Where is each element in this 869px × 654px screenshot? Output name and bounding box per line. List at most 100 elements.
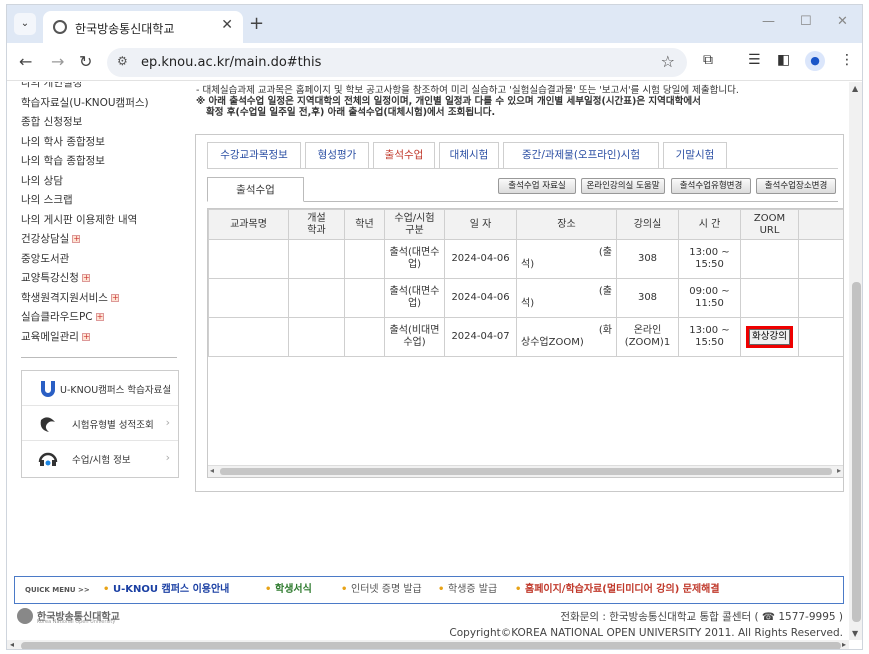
chevron-right-icon: › — [165, 451, 170, 464]
plus-icon: + — [81, 331, 90, 341]
sidebar-item-label: 교육메일관리 — [21, 330, 79, 343]
schedule-table-container: 교과목명 개설 학과 학년 수업/시험 구분 일 자 장소 강의실 시 간 ZOOM… — [207, 208, 844, 478]
quick-link-u-knou[interactable]: U-KNOU캠퍼스 학습자료실 › — [22, 371, 178, 406]
tab-course-info[interactable]: 수강교과목정보 — [207, 142, 301, 168]
sidebar-item[interactable]: 학습자료실(U-KNOU캠퍼스) — [21, 94, 177, 114]
table-horizontal-scrollbar[interactable]: ◂ ▸ — [208, 465, 843, 477]
profile-icon[interactable]: ● — [805, 51, 825, 71]
sidebar-item[interactable]: 중앙도서관 — [21, 250, 177, 270]
cell-extra — [798, 239, 843, 279]
bookmark-star-icon[interactable]: ☆ — [661, 52, 675, 71]
scroll-right-icon[interactable]: ▸ — [842, 640, 846, 649]
page-horizontal-scrollbar[interactable]: ◂ ▸ — [7, 640, 849, 649]
quick-link-label: 시험유형별 성적조회 — [72, 420, 154, 431]
address-bar[interactable]: ⚙ ep.knou.ac.kr/main.do#this ☆ — [107, 48, 687, 77]
minimize-icon[interactable]: — — [762, 14, 775, 29]
footer-link-student-forms[interactable]: 학생서식 — [275, 577, 312, 603]
cell-course — [208, 239, 289, 279]
schedule-table: 교과목명 개설 학과 학년 수업/시험 구분 일 자 장소 강의실 시 간 ZOOM… — [208, 209, 843, 357]
zoom-video-lecture-button[interactable]: 화상강의 — [746, 326, 793, 348]
exam-grade-icon — [40, 417, 55, 432]
sidebar-item[interactable]: 건강상담실 + — [21, 230, 177, 250]
scroll-down-icon[interactable]: ▼ — [852, 629, 858, 638]
sidebar-item[interactable]: 나의 학사 종합정보 — [21, 133, 177, 153]
page-vertical-scrollbar[interactable]: ▲ ▼ — [849, 82, 862, 640]
sidebar-item[interactable]: 교육메일관리 + — [21, 328, 177, 348]
footer-link-campus-guide[interactable]: U-KNOU 캠퍼스 이용안내 — [113, 577, 229, 603]
col-header-type-text: 수업/시험 구분 — [394, 212, 435, 236]
university-seal-icon — [17, 608, 33, 624]
sidebar-item-label: 교양특강신청 — [21, 272, 79, 284]
scroll-left-icon[interactable]: ◂ — [210, 466, 214, 475]
cell-extra — [798, 278, 843, 318]
online-classroom-help-button[interactable]: 온라인강의실 도움말 — [581, 178, 665, 194]
page-viewport: 나의 개인설정학습자료실(U-KNOU캠퍼스) 종합 신청정보나의 학사 종합정보… — [7, 82, 849, 640]
sidebar-item[interactable]: 나의 학습 종합정보 — [21, 152, 177, 172]
cell-type: 출석(대면수업) — [384, 278, 445, 318]
sidebar-item[interactable]: 나의 스크랩 — [21, 191, 177, 211]
sidebar-item[interactable]: 학생원격지원서비스 + — [21, 289, 177, 309]
quick-link-exam-grade[interactable]: 시험유형별 성적조회 › — [22, 406, 178, 441]
side-panel-icon[interactable]: ◧ — [777, 52, 790, 68]
close-tab-icon[interactable]: ✕ — [221, 17, 233, 33]
scroll-right-icon[interactable]: ▸ — [837, 466, 841, 475]
sidebar-item[interactable]: 교양특강신청 + — [21, 269, 177, 289]
notice-line-2: ※ 아래 출석수업 일정은 지역대학의 전체의 일정이며, 개인별 일정과 다를… — [196, 96, 701, 107]
tab-list-icon[interactable]: ⌄ — [14, 13, 36, 35]
cell-date: 2024-04-06 — [444, 278, 517, 318]
sidebar-item-label: 중앙도서관 — [21, 252, 70, 265]
footer-link-troubleshoot[interactable]: 홈페이지/학습자료(멀티미디어 강의) 문제해결 — [525, 577, 720, 603]
forward-icon[interactable]: → — [51, 52, 64, 71]
footer-quick-menu: QUICK MENU >> • U-KNOU 캠퍼스 이용안내 • 학생서식 •… — [14, 576, 844, 604]
back-icon[interactable]: ← — [19, 52, 32, 71]
sidebar-item-label: 나의 게시판 이용제한 내역 — [21, 213, 138, 226]
cell-room: 308 — [616, 239, 679, 279]
sidebar-item-label: 나의 개인설정 — [21, 82, 83, 89]
scroll-up-icon[interactable]: ▲ — [852, 84, 858, 93]
attendance-materials-button[interactable]: 출석수업 자료실 — [498, 178, 576, 194]
extensions-icon[interactable]: ⧉ — [703, 52, 713, 68]
sidebar: 나의 개인설정학습자료실(U-KNOU캠퍼스) 종합 신청정보나의 학사 종합정보… — [21, 82, 179, 478]
place-text-a: (출 — [598, 286, 612, 297]
tab-formative-eval[interactable]: 형성평가 — [305, 142, 369, 168]
sidebar-item[interactable]: 나의 상담 — [21, 172, 177, 192]
cell-zoom: 화상강의 — [740, 317, 799, 357]
sidebar-item-label: 종합 신청정보 — [21, 116, 83, 128]
page-scroll-thumb[interactable] — [852, 282, 861, 622]
tab-attendance[interactable]: 출석수업 — [373, 142, 435, 169]
sidebar-item[interactable]: 종합 신청정보 — [21, 113, 177, 133]
table-row: 출석(대면수업) 2024-04-06 (출 석) 308 09:00 ~ 11:50 — [208, 278, 843, 318]
tab-divider — [207, 168, 838, 169]
scroll-left-icon[interactable]: ◂ — [10, 640, 14, 649]
tab-midterm-exam[interactable]: 중간/과제물(오프라인)시험 — [503, 142, 659, 168]
new-tab-icon[interactable]: + — [249, 13, 264, 34]
col-header-place: 장소 — [516, 209, 617, 240]
browser-tab[interactable]: 한국방송통신대학교 ✕ — [43, 11, 243, 43]
more-menu-icon[interactable]: ⋮ — [840, 52, 854, 68]
university-logo[interactable]: 한국방송통신대학교 Korea National Open University — [17, 608, 167, 625]
maximize-icon[interactable]: ☐ — [800, 14, 812, 29]
sidebar-item[interactable]: 실습클라우드PC + — [21, 308, 177, 328]
footer-link-certificate[interactable]: 인터넷 증명 발급 — [351, 577, 422, 603]
page-hscroll-thumb[interactable] — [21, 642, 841, 649]
site-settings-icon[interactable]: ⚙ — [117, 54, 128, 68]
tab-final-exam[interactable]: 기말시험 — [663, 142, 727, 168]
quick-link-class-exam-info[interactable]: 수업/시험 정보 › — [22, 441, 178, 476]
reload-icon[interactable]: ↻ — [79, 52, 92, 71]
close-window-icon[interactable]: ✕ — [837, 14, 848, 29]
change-attendance-type-button[interactable]: 출석수업유형변경 — [671, 178, 751, 194]
sidebar-item[interactable]: 나의 개인설정 — [21, 82, 177, 94]
table-scroll-thumb[interactable] — [220, 468, 832, 475]
col-header-zoom: ZOOM URL — [740, 209, 799, 240]
subtab-attendance[interactable]: 출석수업 — [207, 177, 304, 202]
sidebar-item[interactable]: 나의 게시판 이용제한 내역 — [21, 211, 177, 231]
cell-room: 온라인(ZOOM)1 — [616, 317, 679, 357]
reading-list-icon[interactable]: ☰ — [748, 52, 761, 68]
tab-substitute-exam[interactable]: 대체시험 — [439, 142, 499, 168]
url-text[interactable]: ep.knou.ac.kr/main.do#this — [141, 55, 321, 70]
cell-dept — [288, 317, 345, 357]
cell-zoom — [740, 278, 799, 318]
change-attendance-place-button[interactable]: 출석수업장소변경 — [756, 178, 836, 194]
col-header-extra — [798, 209, 843, 240]
footer-link-student-id[interactable]: 학생증 발급 — [448, 577, 497, 603]
